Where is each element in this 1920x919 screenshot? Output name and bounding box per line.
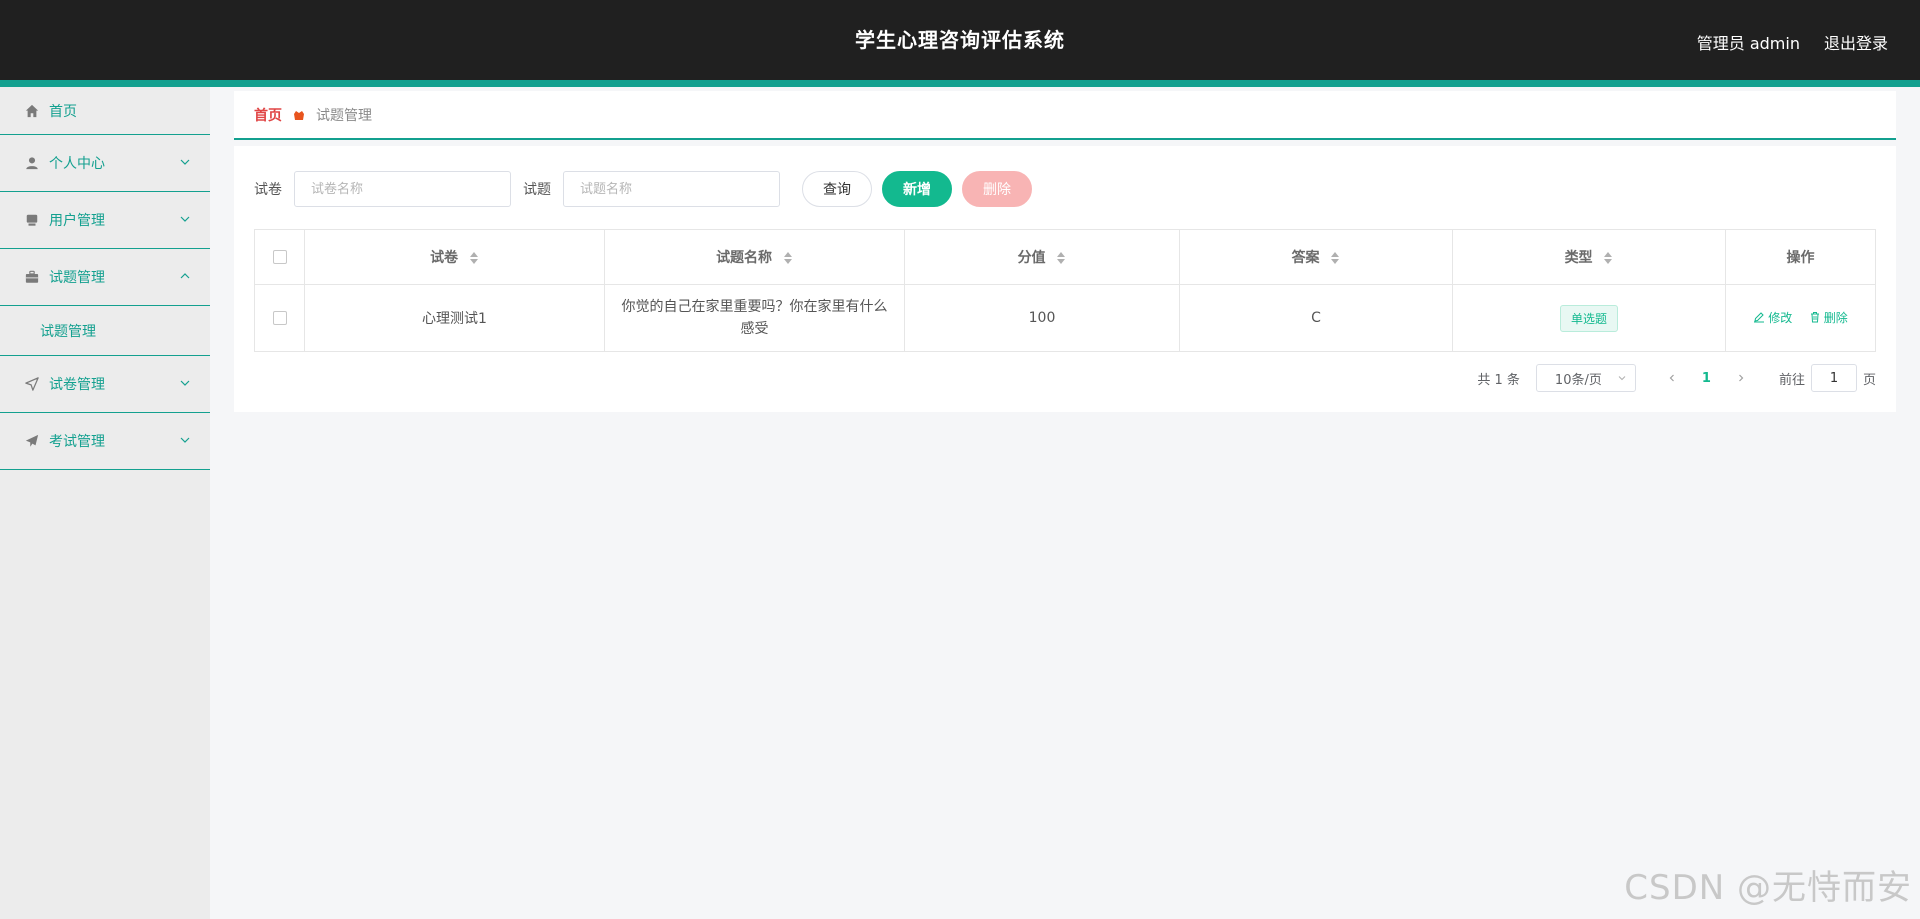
pagination-total: 共 1 条: [1477, 372, 1520, 388]
breadcrumb-separator-icon: [292, 108, 306, 122]
cell-paper: 心理测试1: [304, 284, 605, 352]
home-icon: [24, 103, 40, 119]
prev-page-button[interactable]: [1658, 364, 1686, 392]
page-size-value: 10条/页: [1554, 372, 1602, 388]
sidebar-item-exam-management[interactable]: 考试管理: [0, 413, 210, 470]
navigation-icon: [24, 376, 40, 392]
column-header-label: 操作: [1786, 250, 1815, 266]
table-header-row: 试卷 试题名称 分值 答案 类型 操作: [254, 229, 1876, 285]
question-search-input[interactable]: [563, 171, 780, 207]
send-icon: [24, 433, 40, 449]
goto-label: 前往: [1778, 372, 1805, 388]
page-number-current[interactable]: 1: [1702, 371, 1711, 386]
chevron-up-icon: [180, 273, 190, 279]
column-header-question[interactable]: 试题名称: [604, 229, 905, 285]
sort-icon[interactable]: [1056, 251, 1066, 265]
logout-button[interactable]: 退出登录: [1824, 30, 1888, 54]
column-header-label: 试题名称: [716, 250, 773, 266]
chevron-down-icon: [180, 437, 190, 443]
table-row: 心理测试1 你觉的自己在家里重要吗？你在家里有什么感受 100 C 单选题 修改…: [254, 284, 1876, 352]
column-header-label: 类型: [1564, 250, 1593, 266]
chevron-down-icon: [1618, 376, 1626, 381]
header-actions: 管理员 admin 退出登录: [1697, 30, 1888, 54]
column-header-actions: 操作: [1725, 229, 1876, 285]
cell-actions: 修改 删除: [1725, 284, 1876, 352]
paper-search-input[interactable]: [294, 171, 511, 207]
edit-button[interactable]: 修改: [1753, 309, 1792, 326]
current-user[interactable]: 管理员 admin: [1697, 30, 1800, 54]
chevron-left-icon: [1669, 374, 1674, 382]
sort-icon[interactable]: [1330, 251, 1340, 265]
main-panel: 试卷 试题 查询 新增 删除 试卷 试题名称 分值: [234, 146, 1896, 412]
sidebar-item-label: 考试管理: [49, 434, 105, 450]
delete-button[interactable]: 删除: [1809, 309, 1848, 326]
question-table: 试卷 试题名称 分值 答案 类型 操作 心理测试1 你觉的自己在家里重要吗？你在…: [254, 229, 1876, 352]
breadcrumb-home[interactable]: 首页: [254, 105, 282, 125]
sidebar-item-home[interactable]: 首页: [0, 87, 210, 135]
trash-icon: [1810, 312, 1819, 323]
users-icon: [24, 212, 40, 228]
sidebar-item-paper-management[interactable]: 试卷管理: [0, 356, 210, 413]
column-header-label: 试卷: [430, 250, 459, 266]
column-header-label: 分值: [1017, 250, 1046, 266]
column-header-score[interactable]: 分值: [904, 229, 1180, 285]
sidebar-item-personal-center[interactable]: 个人中心: [0, 135, 210, 192]
row-select-cell: [254, 284, 305, 352]
sidebar: 首页 个人中心 用户管理 试题管理 试题管理 试卷管理 考试管理: [0, 87, 210, 919]
cell-type: 单选题: [1452, 284, 1726, 352]
add-button[interactable]: 新增: [882, 171, 952, 207]
sidebar-item-label: 个人中心: [49, 156, 105, 172]
watermark: CSDN @无恃而安: [1624, 868, 1912, 908]
sidebar-item-label: 首页: [49, 103, 77, 120]
cell-question: 你觉的自己在家里重要吗？你在家里有什么感受: [604, 284, 905, 352]
sort-icon[interactable]: [469, 251, 479, 265]
sort-icon[interactable]: [783, 251, 793, 265]
briefcase-icon: [24, 269, 40, 285]
batch-delete-button[interactable]: 删除: [962, 171, 1032, 207]
goto-page-input[interactable]: [1810, 364, 1857, 392]
chevron-down-icon: [180, 216, 190, 222]
chevron-right-icon: [1739, 374, 1744, 382]
column-header-paper[interactable]: 试卷: [304, 229, 605, 285]
sidebar-subitem-question-management[interactable]: 试题管理: [0, 306, 210, 356]
page-unit-label: 页: [1862, 372, 1876, 388]
pagination: 共 1 条 10条/页 1 前往 页: [1477, 364, 1876, 392]
column-header-label: 答案: [1291, 250, 1320, 266]
edit-icon: [1754, 312, 1765, 323]
row-checkbox[interactable]: [272, 311, 287, 325]
top-header: 学生心理咨询评估系统 管理员 admin 退出登录: [0, 0, 1920, 80]
chevron-down-icon: [180, 159, 190, 165]
select-all-cell: [254, 229, 305, 285]
column-header-type[interactable]: 类型: [1452, 229, 1726, 285]
next-page-button[interactable]: [1727, 364, 1755, 392]
select-all-checkbox[interactable]: [272, 250, 287, 264]
sidebar-item-label: 试卷管理: [49, 377, 105, 393]
breadcrumb-current: 试题管理: [316, 107, 372, 124]
type-badge: 单选题: [1559, 304, 1618, 332]
sidebar-item-label: 用户管理: [49, 213, 105, 229]
search-bar: 试卷 试题 查询 新增 删除: [254, 171, 1032, 207]
paper-search-label: 试卷: [254, 182, 282, 198]
question-search-label: 试题: [523, 182, 551, 198]
page-size-select[interactable]: 10条/页: [1535, 364, 1636, 392]
delete-label: 删除: [1823, 310, 1848, 325]
sort-icon[interactable]: [1603, 251, 1613, 265]
query-button[interactable]: 查询: [802, 171, 872, 207]
user-icon: [24, 155, 40, 171]
app-title: 学生心理咨询评估系统: [855, 28, 1065, 52]
cell-score: 100: [904, 284, 1180, 352]
edit-label: 修改: [1768, 310, 1793, 325]
sidebar-item-question-management[interactable]: 试题管理: [0, 249, 210, 306]
column-header-answer[interactable]: 答案: [1179, 229, 1453, 285]
header-accent-bar: [0, 80, 1920, 87]
chevron-down-icon: [180, 380, 190, 386]
cell-answer: C: [1179, 284, 1453, 352]
sidebar-item-label: 试题管理: [49, 270, 105, 286]
breadcrumb: 首页 试题管理: [234, 91, 1896, 140]
sidebar-item-user-management[interactable]: 用户管理: [0, 192, 210, 249]
